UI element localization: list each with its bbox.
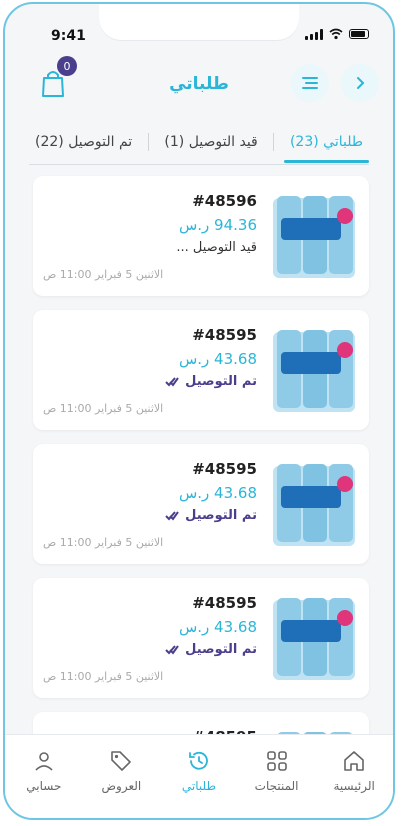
price-value: 94.36 [214,216,257,234]
order-card[interactable]: #48595 43.68 ر.س تم التوصيل الاثنين 5 فب… [33,578,369,698]
nav-label: طلباتي [181,779,217,793]
grid-icon [266,751,287,771]
order-date: الاثنين 5 فبراير 11:00 ص [43,402,164,415]
tab-all-orders[interactable]: طلباتي (23) [283,122,370,163]
order-number: #48595 [192,326,257,344]
currency: ر.س [178,618,210,636]
product-image-water-pack [273,196,355,278]
order-status: تم التوصيل [165,508,257,523]
home-icon [344,751,364,771]
status-time: 9:41 [51,28,86,44]
nav-label: المنتجات [254,779,299,793]
header: طلباتي 0 [5,54,393,110]
tab-in-delivery[interactable]: قيد التوصيل (1) [158,122,263,162]
nav-account[interactable]: حسابي [9,749,79,793]
nav-orders[interactable]: طلباتي [164,749,234,793]
status-icons [305,28,369,40]
battery-icon [349,29,369,39]
status-label: تم التوصيل [185,642,257,657]
order-price: 43.68 ر.س [179,618,257,636]
nav-label: العروض [101,779,142,793]
nav-products[interactable]: المنتجات [242,749,312,793]
order-status: تم التوصيل [165,642,257,657]
nav-label: الرئيسية [333,779,375,793]
order-price: 43.68 ر.س [179,484,257,502]
order-price: 94.36 ر.س [179,216,257,234]
tab-divider [273,133,275,151]
currency: ر.س [178,216,210,234]
user-icon [35,752,53,771]
tag-icon [111,751,132,771]
status-label: تم التوصيل [185,374,257,389]
history-icon [189,751,208,770]
order-card[interactable]: #48595 43.68 ر.س تم التوصيل الاثنين 5 فب… [33,444,369,564]
order-card[interactable]: #48596 94.36 ر.س قيد التوصيل ... الاثنين… [33,176,369,296]
product-image-water-pack [273,330,355,412]
order-date: الاثنين 5 فبراير 11:00 ص [43,268,164,281]
status-label: قيد التوصيل ... [176,240,257,255]
nav-offers[interactable]: العروض [86,749,156,793]
order-price: 43.68 ر.س [179,350,257,368]
status-label: تم التوصيل [185,508,257,523]
product-image-water-pack [273,464,355,546]
order-status: تم التوصيل [165,374,257,389]
bottom-nav: الرئيسية المنتجات طلباتي العروض حسابي [5,734,393,818]
phone-frame: 9:41 طلباتي 0 طلباتي (23) قيد التوصيل (1… [3,2,395,820]
double-check-icon [165,510,179,521]
order-status: قيد التوصيل ... [176,240,257,255]
price-value: 43.68 [214,350,257,368]
tab-divider [147,133,149,151]
cart-badge: 0 [57,56,77,76]
nav-home[interactable]: الرئيسية [319,749,389,793]
order-date: الاثنين 5 فبراير 11:00 ص [43,536,164,549]
tab-delivered[interactable]: تم التوصيل (22) [29,122,138,162]
order-tabs: طلباتي (23) قيد التوصيل (1) تم التوصيل (… [29,120,370,165]
price-value: 43.68 [214,484,257,502]
double-check-icon [165,376,179,387]
wifi-icon [329,28,343,40]
nav-label: حسابي [26,779,62,793]
order-number: #48596 [192,192,257,210]
price-value: 43.68 [214,618,257,636]
currency: ر.س [178,350,210,368]
double-check-icon [165,644,179,655]
product-image-water-pack [273,598,355,680]
notch [99,4,299,40]
signal-icon [305,28,323,40]
currency: ر.س [178,484,210,502]
order-number: #48595 [192,460,257,478]
order-number: #48595 [192,594,257,612]
order-date: الاثنين 5 فبراير 11:00 ص [43,670,164,683]
order-card[interactable]: #48595 43.68 ر.س تم التوصيل الاثنين 5 فب… [33,310,369,430]
